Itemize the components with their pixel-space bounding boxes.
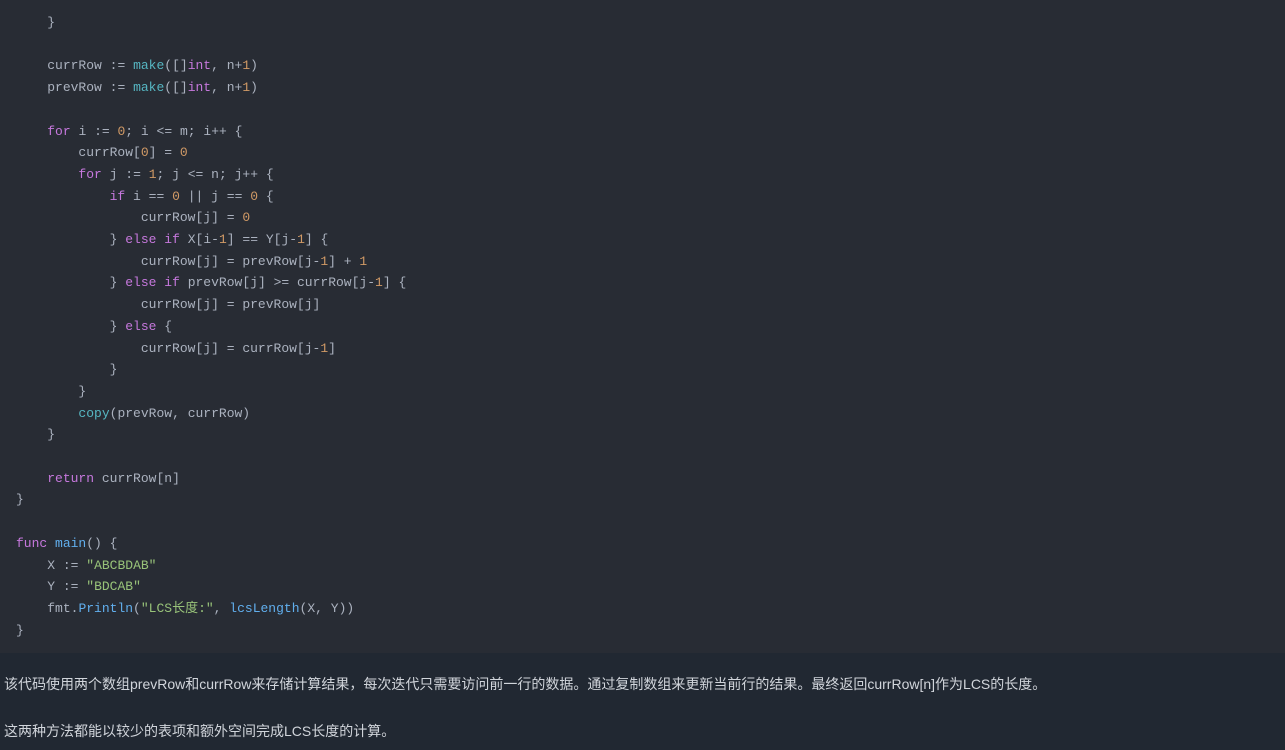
explanation-paragraph-2: 这两种方法都能以较少的表项和额外空间完成LCS长度的计算。 (0, 720, 1285, 750)
explanation-paragraph-1: 该代码使用两个数组prevRow和currRow来存储计算结果，每次迭代只需要访… (0, 673, 1285, 703)
code-content: } currRow := make([]int, n+1) prevRow :=… (16, 15, 406, 638)
code-block[interactable]: } currRow := make([]int, n+1) prevRow :=… (0, 0, 1285, 653)
